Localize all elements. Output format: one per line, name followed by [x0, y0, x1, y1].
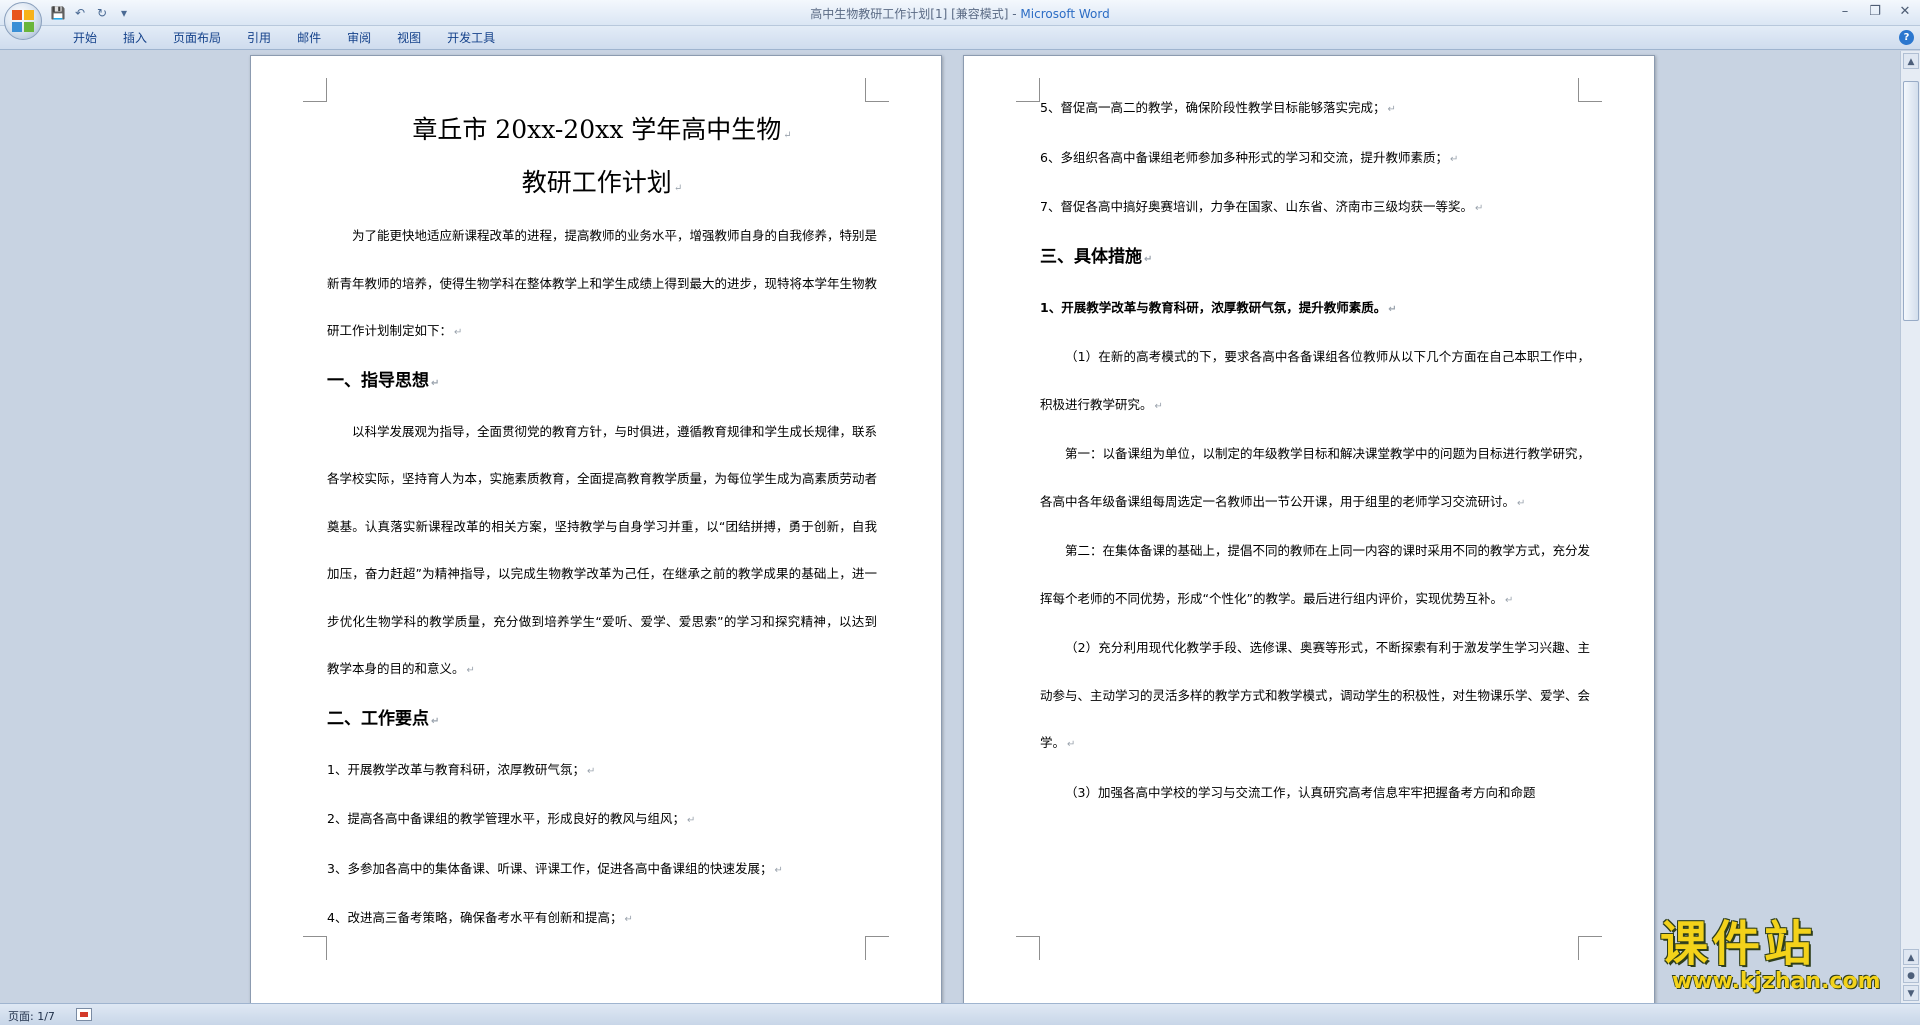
tab-mailings[interactable]: 邮件	[284, 29, 334, 47]
next-page-icon[interactable]: ▼	[1903, 985, 1919, 1001]
crop-mark	[303, 936, 327, 960]
restore-icon[interactable]: ❐	[1860, 0, 1890, 22]
office-logo-icon	[12, 10, 34, 32]
document-title-line2: 教研工作计划 ↵	[521, 168, 683, 197]
list-item: 4、改进高三备考策略，确保备考水平有创新和提高； ↵	[327, 910, 633, 925]
list-item: 2、提高各高中备课组的教学管理水平，形成良好的教风与组风； ↵	[327, 811, 696, 826]
crop-mark	[303, 78, 327, 102]
ribbon-tab-bar: 开始 插入 页面布局 引用 邮件 审阅 视图 开发工具 ?	[0, 26, 1920, 50]
redo-icon[interactable]: ↻	[94, 5, 110, 21]
window-title-doc: 高中生物教研工作计划[1] [兼容模式] -	[810, 7, 1021, 21]
document-page-2[interactable]: 5、督促高一高二的教学，确保阶段性教学目标能够落实完成； ↵ 6、多组织各高中备课…	[963, 55, 1655, 1003]
list-item: 5、督促高一高二的教学，确保阶段性教学目标能够落实完成； ↵	[1040, 100, 1396, 115]
customize-arrow-icon[interactable]: ▾	[116, 5, 132, 21]
watermark-url: www.kjzhan.com	[1672, 969, 1881, 994]
list-item: 6、多组织各高中备课组老师参加多种形式的学习和交流，提升教师素质； ↵	[1040, 149, 1459, 165]
heading-specific-measures: 三、具体措施 ↵	[1040, 246, 1153, 267]
vertical-scrollbar[interactable]: ▲ ▲ ● ▼	[1900, 51, 1920, 1003]
window-title: 高中生物教研工作计划[1] [兼容模式] - Microsoft Word	[0, 5, 1920, 22]
watermark: 课件站 www.kjzhan.com	[1660, 918, 1900, 1003]
guiding-ideology-paragraph: 以科学发展观为指导，全面贯彻党的教育方针，与时俱进，遵循教育规律和学生成长规律，…	[327, 423, 878, 677]
measure-paragraph: 第二：在集体备课的基础上，提倡不同的教师在上同一内容的课时采用不同的教学方式，充…	[1040, 543, 1591, 606]
minimize-icon[interactable]: –	[1830, 0, 1860, 22]
office-button[interactable]	[4, 2, 42, 40]
document-page-1[interactable]: 章丘市 20xx-20xx 学年高中生物 ↵ 教研工作计划 ↵ 为了能更快地适应新课…	[250, 55, 942, 1003]
save-icon[interactable]: 💾	[50, 5, 66, 21]
heading-guiding-ideology: 一、指导思想 ↵	[327, 370, 440, 391]
tab-developer[interactable]: 开发工具	[434, 29, 508, 47]
close-icon[interactable]: ✕	[1890, 0, 1920, 22]
window-title-app: Microsoft Word	[1020, 7, 1110, 21]
quick-access-toolbar: 💾 ↶ ↻ ▾	[50, 4, 132, 22]
measure-paragraph: （1）在新的高考模式的下，要求各高中各备课组各位教师从以下几个方面在自己本职工作…	[1040, 349, 1590, 412]
tab-page-layout[interactable]: 页面布局	[160, 29, 234, 47]
page-content: 5、督促高一高二的教学，确保阶段性教学目标能够落实完成； ↵ 6、多组织各高中备课…	[1040, 84, 1590, 816]
select-browse-object-icon[interactable]: ●	[1903, 967, 1919, 983]
ribbon-tabs: 开始 插入 页面布局 引用 邮件 审阅 视图 开发工具	[60, 29, 508, 47]
help-icon[interactable]: ?	[1899, 30, 1914, 45]
list-item: 1、开展教学改革与教育科研，浓厚教研气氛； ↵	[327, 761, 596, 777]
intro-paragraph: 为了能更快地适应新课程改革的进程，提高教师的业务水平，增强教师自身的自我修养，特…	[327, 228, 878, 338]
tab-references[interactable]: 引用	[234, 29, 284, 47]
scrollbar-thumb[interactable]	[1903, 81, 1919, 321]
crop-mark	[1016, 78, 1040, 102]
subheading-teaching-reform: 1、开展教学改革与教育科研，浓厚教研气氛，提升教师素质。 ↵	[1040, 299, 1397, 315]
page-content: 章丘市 20xx-20xx 学年高中生物 ↵ 教研工作计划 ↵ 为了能更快地适应新课…	[327, 56, 877, 944]
tab-insert[interactable]: 插入	[110, 29, 160, 47]
tab-review[interactable]: 审阅	[334, 29, 384, 47]
tab-home[interactable]: 开始	[60, 29, 110, 47]
status-bar: 页面: 1/7	[0, 1003, 1920, 1025]
document-title-line1: 章丘市 20xx-20xx 学年高中生物 ↵	[412, 115, 792, 144]
tab-view[interactable]: 视图	[384, 29, 434, 47]
measure-paragraph: 第一：以备课组为单位，以制定的年级教学目标和解决课堂教学中的问题为目标进行教学研…	[1040, 446, 1591, 509]
crop-mark	[1578, 936, 1602, 960]
proofing-status-icon[interactable]	[76, 1008, 92, 1021]
window-controls: – ❐ ✕	[1830, 0, 1920, 22]
list-item: 3、多参加各高中的集体备课、听课、评课工作，促进各高中备课组的快速发展； ↵	[327, 860, 783, 876]
list-item: 7、督促各高中搞好奥赛培训，力争在国家、山东省、济南市三级均获一等奖。 ↵	[1040, 199, 1484, 214]
measure-paragraph: （2）充分利用现代化教学手段、选修课、奥赛等形式，不断探索有利于激发学生学习兴趣…	[1040, 640, 1591, 750]
previous-page-icon[interactable]: ▲	[1903, 949, 1919, 965]
crop-mark	[1016, 936, 1040, 960]
undo-icon[interactable]: ↶	[72, 5, 88, 21]
heading-work-points: 二、工作要点 ↵	[327, 708, 440, 729]
page-count-status[interactable]: 页面: 1/7	[8, 1008, 55, 1024]
watermark-logo: 课件站	[1660, 916, 1817, 972]
scroll-up-icon[interactable]: ▲	[1903, 53, 1919, 69]
measure-paragraph: （3）加强各高中学校的学习与交流工作，认真研究高考信息牢牢把握备考方向和命题	[1065, 784, 1536, 800]
title-bar: 💾 ↶ ↻ ▾ 高中生物教研工作计划[1] [兼容模式] - Microsoft…	[0, 0, 1920, 26]
document-area: 章丘市 20xx-20xx 学年高中生物 ↵ 教研工作计划 ↵ 为了能更快地适应新课…	[0, 51, 1900, 1003]
